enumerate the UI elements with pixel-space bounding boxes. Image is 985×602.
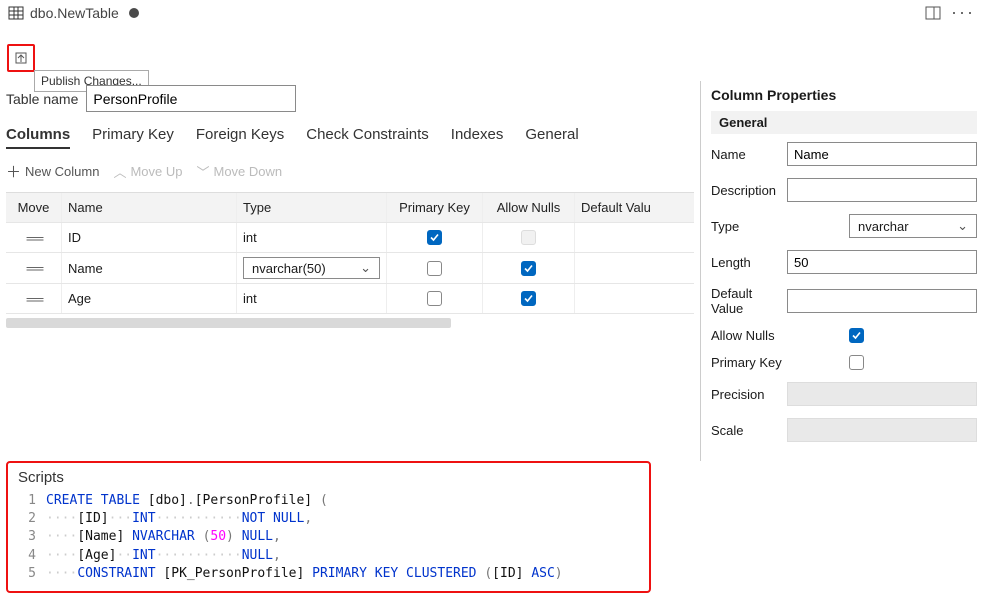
prop-type: Type nvarchar ⌄ — [711, 214, 977, 238]
drag-handle-icon[interactable]: ══ — [27, 260, 41, 276]
tab-indexes[interactable]: Indexes — [451, 126, 504, 149]
tab-foreign-keys[interactable]: Foreign Keys — [196, 126, 284, 149]
tab-primary-key[interactable]: Primary Key — [92, 126, 174, 149]
type-value: nvarchar(50) — [252, 261, 326, 276]
prop-scale: Scale — [711, 418, 977, 442]
nulls-checkbox[interactable] — [521, 291, 536, 306]
dirty-indicator-icon — [129, 8, 139, 18]
chevron-down-icon: ﹀ — [196, 162, 209, 181]
line-number: 3 — [18, 528, 36, 546]
pk-checkbox[interactable] — [427, 291, 442, 306]
table-row[interactable]: ══ ID int — [6, 223, 694, 253]
type-value: int — [243, 230, 257, 245]
prop-primary-key-label: Primary Key — [711, 355, 841, 370]
column-name: ID — [68, 230, 81, 245]
titlebar-left: dbo.NewTable — [8, 5, 139, 21]
prop-primary-key: Primary Key — [711, 355, 977, 370]
type-value: int — [243, 291, 257, 306]
table-row[interactable]: ══ Age int — [6, 284, 694, 314]
prop-type-label: Type — [711, 219, 841, 234]
grid-hscrollbar[interactable] — [6, 318, 451, 328]
prop-default-label: Default Value — [711, 286, 779, 316]
prop-name-input[interactable] — [787, 142, 977, 166]
hdr-def: Default Valu — [575, 193, 675, 222]
split-panel-icon[interactable] — [925, 5, 941, 21]
pk-checkbox[interactable] — [427, 261, 442, 276]
prop-default: Default Value — [711, 286, 977, 316]
tablename-row: Table name — [6, 85, 694, 112]
tablename-input[interactable] — [86, 85, 296, 112]
move-down-label: Move Down — [214, 164, 283, 179]
prop-type-value: nvarchar — [858, 219, 909, 234]
grid-header: Move Name Type Primary Key Allow Nulls D… — [6, 193, 694, 223]
chevron-up-icon: ︿ — [113, 162, 126, 181]
move-up-label: Move Up — [130, 164, 182, 179]
prop-length-input[interactable] — [787, 250, 977, 274]
drag-handle-icon[interactable]: ══ — [27, 291, 41, 307]
nulls-checkbox[interactable] — [521, 230, 536, 245]
hdr-name: Name — [62, 193, 237, 222]
designer-tabs: Columns Primary Key Foreign Keys Check C… — [6, 126, 694, 149]
scripts-title: Scripts — [18, 469, 639, 486]
prop-scale-label: Scale — [711, 423, 779, 438]
prop-type-select[interactable]: nvarchar ⌄ — [849, 214, 977, 238]
prop-description: Description — [711, 178, 977, 202]
props-section-general: General — [711, 111, 977, 134]
prop-name: Name — [711, 142, 977, 166]
hdr-pk: Primary Key — [387, 193, 483, 222]
main-area: Table name Columns Primary Key Foreign K… — [0, 25, 985, 597]
prop-description-label: Description — [711, 183, 779, 198]
line-number: 1 — [18, 492, 36, 510]
prop-allow-nulls-checkbox[interactable] — [849, 328, 864, 343]
table-row[interactable]: ══ Name nvarchar(50) ⌄ — [6, 253, 694, 284]
titlebar: dbo.NewTable ··· — [0, 0, 985, 25]
line-number: 5 — [18, 565, 36, 583]
properties-pane: Column Properties General Name Descripti… — [700, 81, 985, 461]
scripts-panel: Scripts 1CREATE TABLE [dbo].[PersonProfi… — [6, 461, 651, 593]
prop-description-input[interactable] — [787, 178, 977, 202]
prop-default-input[interactable] — [787, 289, 977, 313]
column-name: Name — [68, 261, 103, 276]
tab-check-constraints[interactable]: Check Constraints — [306, 126, 429, 149]
column-actions: ＋ New Column ︿ Move Up ﹀ Move Down — [6, 161, 694, 182]
prop-scale-input — [787, 418, 977, 442]
line-number: 4 — [18, 547, 36, 565]
hdr-type: Type — [237, 193, 387, 222]
prop-precision: Precision — [711, 382, 977, 406]
prop-allow-nulls-label: Allow Nulls — [711, 328, 841, 343]
move-down-button[interactable]: ﹀ Move Down — [196, 162, 282, 181]
type-select[interactable]: nvarchar(50) ⌄ — [243, 257, 380, 279]
pk-checkbox[interactable] — [427, 230, 442, 245]
designer-pane: Table name Columns Primary Key Foreign K… — [0, 25, 700, 597]
prop-length-label: Length — [711, 255, 779, 270]
script-code[interactable]: 1CREATE TABLE [dbo].[PersonProfile] (2··… — [18, 492, 639, 583]
prop-precision-input — [787, 382, 977, 406]
drag-handle-icon[interactable]: ══ — [27, 230, 41, 246]
plus-icon: ＋ — [6, 161, 21, 182]
prop-allow-nulls: Allow Nulls — [711, 328, 977, 343]
prop-length: Length — [711, 250, 977, 274]
move-up-button[interactable]: ︿ Move Up — [113, 162, 182, 181]
hdr-nulls: Allow Nulls — [483, 193, 575, 222]
props-title: Column Properties — [711, 87, 977, 103]
hdr-move: Move — [6, 193, 62, 222]
nulls-checkbox[interactable] — [521, 261, 536, 276]
chevron-down-icon: ⌄ — [957, 218, 968, 234]
tab-columns[interactable]: Columns — [6, 126, 70, 149]
more-icon[interactable]: ··· — [951, 2, 975, 23]
line-number: 2 — [18, 510, 36, 528]
titlebar-actions: ··· — [925, 2, 975, 23]
table-icon — [8, 5, 24, 21]
prop-precision-label: Precision — [711, 387, 779, 402]
columns-grid: Move Name Type Primary Key Allow Nulls D… — [6, 192, 694, 314]
tablename-label: Table name — [6, 91, 78, 107]
tab-general[interactable]: General — [525, 126, 578, 149]
new-column-label: New Column — [25, 164, 99, 179]
prop-name-label: Name — [711, 147, 779, 162]
prop-primary-key-checkbox[interactable] — [849, 355, 864, 370]
chevron-down-icon: ⌄ — [360, 260, 371, 276]
column-name: Age — [68, 291, 91, 306]
new-column-button[interactable]: ＋ New Column — [6, 161, 99, 182]
tab-title[interactable]: dbo.NewTable — [30, 5, 119, 21]
